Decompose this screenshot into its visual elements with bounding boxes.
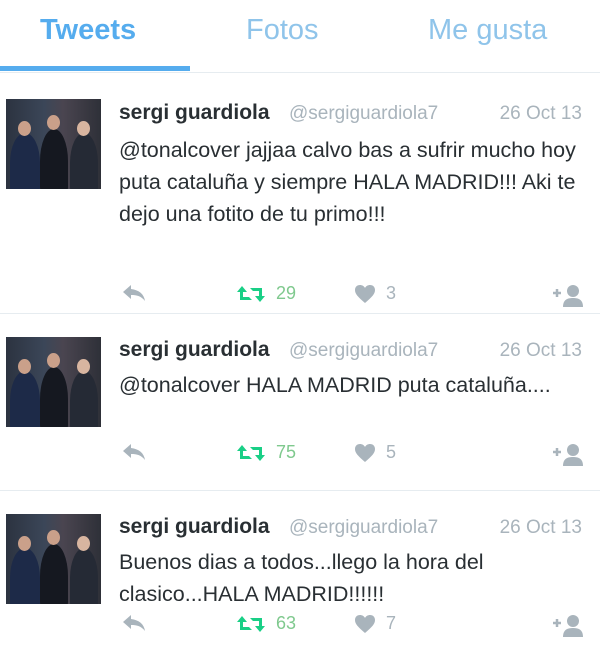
follow-button[interactable]: [551, 613, 585, 637]
like-button[interactable]: 5: [354, 442, 396, 463]
retweet-icon: [237, 615, 265, 632]
avatar[interactable]: [6, 514, 101, 604]
reply-icon: [123, 444, 145, 460]
heart-icon: [355, 443, 375, 462]
reply-icon: [123, 285, 145, 301]
like-count: 5: [386, 442, 397, 462]
like-button[interactable]: 7: [354, 613, 396, 634]
follow-button[interactable]: [551, 283, 585, 307]
author-handle[interactable]: @sergiguardiola7: [289, 103, 438, 125]
reply-button[interactable]: [121, 442, 147, 462]
retweet-count: 29: [276, 283, 297, 303]
author-handle[interactable]: @sergiguardiola7: [289, 340, 438, 362]
tweet-text: @tonalcover jajjaa calvo bas a sufrir mu…: [119, 138, 576, 226]
reply-icon: [123, 615, 145, 631]
author-name[interactable]: sergi guardiola: [119, 338, 270, 362]
retweet-icon: [237, 285, 265, 302]
follow-user-icon: [553, 444, 583, 466]
retweet-button[interactable]: 75: [236, 442, 296, 463]
profile-tabs: Tweets Fotos Me gusta: [0, 0, 600, 73]
tweet-item[interactable]: sergi guardiola @sergiguardiola7 26 Oct …: [0, 73, 600, 314]
avatar[interactable]: [6, 337, 101, 427]
tweet-date[interactable]: 26 Oct 13: [500, 103, 582, 125]
tweet-item[interactable]: sergi guardiola @sergiguardiola7 26 Oct …: [0, 314, 600, 491]
avatar[interactable]: [6, 99, 101, 189]
heart-icon: [355, 614, 375, 633]
like-count: 3: [386, 283, 397, 303]
retweet-count: 63: [276, 613, 297, 633]
reply-button[interactable]: [121, 613, 147, 633]
tab-me-gusta[interactable]: Me gusta: [428, 14, 547, 47]
author-handle[interactable]: @sergiguardiola7: [289, 517, 438, 539]
tweet-item[interactable]: sergi guardiola @sergiguardiola7 26 Oct …: [0, 491, 600, 657]
active-tab-indicator: [0, 66, 190, 71]
tweet-date[interactable]: 26 Oct 13: [500, 340, 582, 362]
retweet-count: 75: [276, 442, 297, 462]
follow-user-icon: [553, 615, 583, 637]
like-button[interactable]: 3: [354, 283, 396, 304]
tweet-text: Buenos dias a todos...llego la hora del …: [119, 550, 484, 606]
retweet-icon: [237, 444, 265, 461]
tweet-text: @tonalcover HALA MADRID puta cataluña...…: [119, 373, 551, 397]
retweet-button[interactable]: 29: [236, 283, 296, 304]
like-count: 7: [386, 613, 397, 633]
tab-tweets[interactable]: Tweets: [40, 14, 136, 47]
follow-user-icon: [553, 285, 583, 307]
tab-fotos[interactable]: Fotos: [246, 14, 319, 47]
tweet-date[interactable]: 26 Oct 13: [500, 517, 582, 539]
heart-icon: [355, 284, 375, 303]
follow-button[interactable]: [551, 442, 585, 466]
retweet-button[interactable]: 63: [236, 613, 296, 634]
author-name[interactable]: sergi guardiola: [119, 101, 270, 125]
reply-button[interactable]: [121, 283, 147, 303]
author-name[interactable]: sergi guardiola: [119, 515, 270, 539]
